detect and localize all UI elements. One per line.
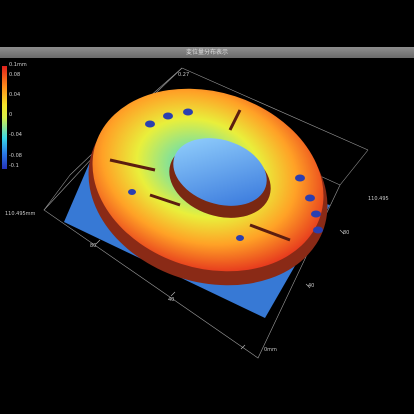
x-axis-right-label: 110.495: [368, 196, 389, 202]
y-axis-tick-40: 40: [308, 283, 315, 289]
x-axis-tick-80: 80: [90, 243, 97, 249]
x-axis-left-label: 110.495mm: [5, 211, 36, 217]
x-axis-tick-40: 40: [168, 297, 175, 303]
3d-view[interactable]: [0, 0, 414, 414]
y-axis-tick-80: 80: [343, 230, 350, 236]
origin-label: 0mm: [264, 347, 277, 353]
z-axis-max-label: 0.27: [178, 72, 190, 78]
